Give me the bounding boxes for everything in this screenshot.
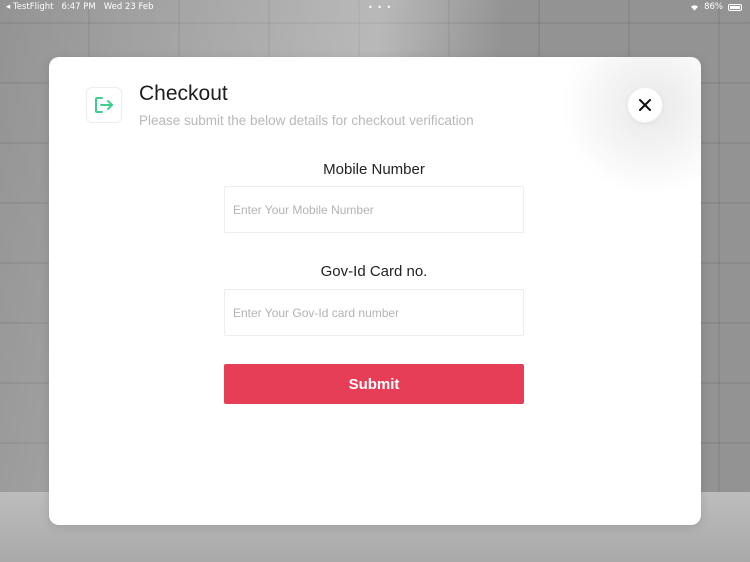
modal-title: Checkout [139, 82, 228, 105]
status-time: 6:47 PM [61, 2, 96, 12]
checkout-modal: Checkout Please submit the below details… [49, 57, 701, 525]
mobile-number-label: Mobile Number [323, 161, 425, 178]
gov-id-input[interactable] [224, 289, 524, 336]
back-to-app-link[interactable]: ◂ TestFlight [6, 2, 53, 12]
exit-arrow-icon [86, 87, 122, 123]
close-button[interactable] [627, 87, 663, 123]
close-icon [639, 99, 651, 111]
wifi-icon [691, 4, 699, 11]
status-app-name: TestFlight [12, 2, 54, 12]
gov-id-label: Gov-Id Card no. [320, 263, 428, 280]
submit-button[interactable]: Submit [224, 364, 524, 404]
battery-icon [728, 3, 742, 11]
modal-subtitle: Please submit the below details for chec… [139, 113, 474, 128]
battery-percent: 86% [704, 2, 723, 12]
multitasking-dots[interactable]: • • • [368, 3, 392, 12]
status-date: Wed 23 Feb [103, 2, 154, 12]
status-bar: ◂ TestFlight 6:47 PM Wed 23 Feb • • • 86… [0, 0, 750, 14]
mobile-number-input[interactable] [224, 186, 524, 233]
